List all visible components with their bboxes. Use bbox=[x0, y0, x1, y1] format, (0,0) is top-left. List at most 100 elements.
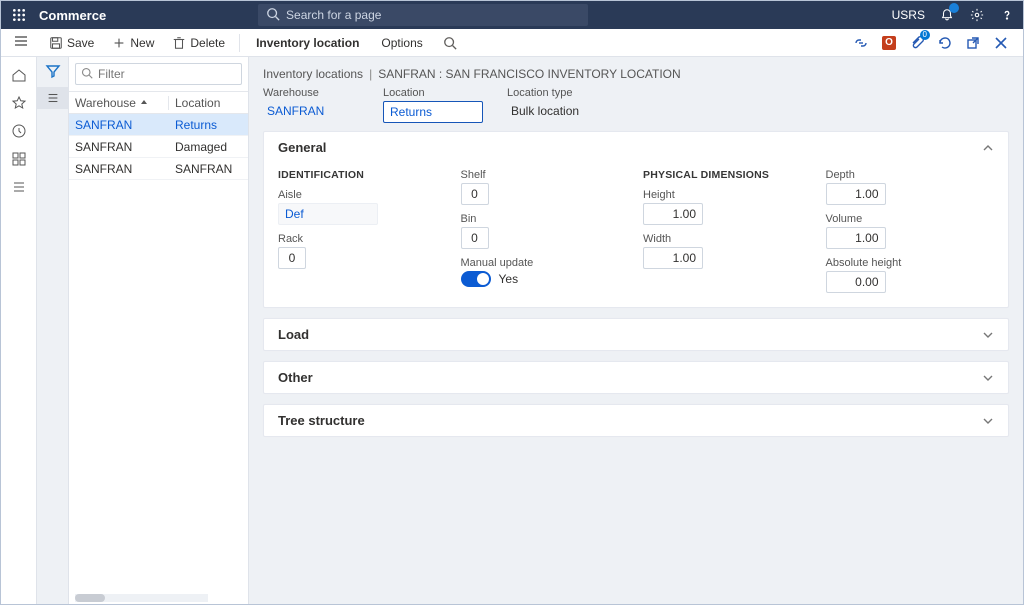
app-title: Commerce bbox=[39, 8, 106, 23]
recent-icon[interactable] bbox=[11, 123, 27, 139]
save-label: Save bbox=[67, 36, 94, 50]
favorite-icon[interactable] bbox=[11, 95, 27, 111]
list-filter-input[interactable] bbox=[75, 63, 242, 85]
col-location[interactable]: Location bbox=[169, 96, 248, 110]
settings-icon[interactable] bbox=[969, 7, 985, 23]
sort-asc-icon bbox=[140, 99, 148, 107]
bin-input[interactable] bbox=[461, 227, 489, 249]
absolute-height-input[interactable] bbox=[826, 271, 886, 293]
breadcrumb-separator: | bbox=[369, 67, 372, 81]
help-icon[interactable] bbox=[999, 7, 1015, 23]
chevron-up-icon bbox=[982, 142, 994, 154]
field-location-type: Location type Bulk location bbox=[507, 87, 637, 123]
link-icon[interactable] bbox=[853, 35, 869, 51]
aisle-value[interactable]: Def bbox=[278, 203, 378, 225]
col-warehouse[interactable]: Warehouse bbox=[69, 96, 169, 110]
field-label: Manual update bbox=[461, 257, 630, 269]
options-tab[interactable]: Options bbox=[371, 32, 432, 54]
field-label: Warehouse bbox=[263, 87, 359, 99]
attachments-icon[interactable]: 0 bbox=[909, 35, 925, 51]
list-view-icon[interactable] bbox=[37, 87, 68, 109]
tree-title: Tree structure bbox=[278, 413, 365, 428]
tree-structure-section: Tree structure bbox=[263, 404, 1009, 437]
action-bar: Save New Delete Inventory location Optio… bbox=[1, 29, 1023, 57]
depth-input[interactable] bbox=[826, 183, 886, 205]
cell-warehouse: SANFRAN bbox=[69, 140, 169, 154]
global-search bbox=[258, 4, 588, 26]
refresh-icon[interactable] bbox=[937, 35, 953, 51]
workspaces-icon[interactable] bbox=[11, 151, 27, 167]
warehouse-link[interactable]: SANFRAN bbox=[263, 101, 359, 121]
tree-header[interactable]: Tree structure bbox=[264, 405, 1008, 436]
field-label: Rack bbox=[278, 233, 447, 245]
nav-rail bbox=[1, 57, 37, 604]
field-label: Width bbox=[643, 233, 812, 245]
user-label[interactable]: USRS bbox=[892, 8, 925, 22]
field-warehouse: Warehouse SANFRAN bbox=[263, 87, 359, 123]
field-label: Depth bbox=[826, 169, 995, 181]
shelf-input[interactable] bbox=[461, 183, 489, 205]
action-search-icon[interactable] bbox=[443, 36, 457, 50]
page-title-tab[interactable]: Inventory location bbox=[246, 32, 369, 54]
breadcrumb-current: SANFRAN : SAN FRANCISCO INVENTORY LOCATI… bbox=[378, 67, 681, 81]
app-launcher-icon[interactable] bbox=[9, 5, 29, 25]
field-label: Bin bbox=[461, 213, 630, 225]
table-row[interactable]: SANFRAN SANFRAN bbox=[69, 158, 248, 180]
chevron-down-icon bbox=[982, 329, 994, 341]
manual-update-field: Manual update Yes bbox=[461, 257, 630, 287]
breadcrumb-root[interactable]: Inventory locations bbox=[263, 67, 363, 81]
cell-location: SANFRAN bbox=[169, 162, 248, 176]
other-header[interactable]: Other bbox=[264, 362, 1008, 393]
notifications-icon[interactable] bbox=[939, 7, 955, 23]
new-button[interactable]: New bbox=[104, 32, 162, 54]
table-row[interactable]: SANFRAN Returns bbox=[69, 114, 248, 136]
search-input[interactable] bbox=[258, 4, 588, 26]
load-header[interactable]: Load bbox=[264, 319, 1008, 350]
horizontal-scrollbar[interactable] bbox=[75, 594, 208, 602]
rack-input[interactable] bbox=[278, 247, 306, 269]
breadcrumb: Inventory locations | SANFRAN : SAN FRAN… bbox=[263, 67, 1009, 81]
modules-icon[interactable] bbox=[11, 179, 27, 195]
popout-icon[interactable] bbox=[965, 35, 981, 51]
home-icon[interactable] bbox=[11, 67, 27, 83]
chevron-down-icon bbox=[982, 415, 994, 427]
col-warehouse-label: Warehouse bbox=[75, 96, 136, 110]
other-section: Other bbox=[263, 361, 1009, 394]
location-input[interactable] bbox=[383, 101, 483, 123]
office-icon[interactable]: O bbox=[881, 35, 897, 51]
field-label: Location bbox=[383, 87, 483, 99]
table-row[interactable]: SANFRAN Damaged bbox=[69, 136, 248, 158]
filter-icon[interactable] bbox=[45, 63, 61, 79]
nav-collapse-icon[interactable] bbox=[13, 33, 29, 49]
width-input[interactable] bbox=[643, 247, 703, 269]
volume-input[interactable] bbox=[826, 227, 886, 249]
list-pane: Warehouse Location SANFRAN Returns SANFR… bbox=[69, 57, 249, 604]
bin-field: Bin bbox=[461, 213, 630, 249]
field-location: Location bbox=[383, 87, 483, 123]
width-field: Width bbox=[643, 233, 812, 269]
shelf-field: Shelf bbox=[461, 169, 630, 205]
list-table: Warehouse Location SANFRAN Returns SANFR… bbox=[69, 91, 248, 180]
cell-location: Returns bbox=[169, 118, 248, 132]
field-label: Shelf bbox=[461, 169, 630, 181]
notifications-badge bbox=[949, 3, 959, 13]
rack-field: Rack bbox=[278, 233, 447, 269]
divider bbox=[239, 34, 240, 52]
field-label: Volume bbox=[826, 213, 995, 225]
list-tools-rail bbox=[37, 57, 69, 604]
search-icon bbox=[81, 67, 93, 79]
close-icon[interactable] bbox=[993, 35, 1009, 51]
load-title: Load bbox=[278, 327, 309, 342]
manual-update-toggle[interactable] bbox=[461, 271, 491, 287]
list-header: Warehouse Location bbox=[69, 92, 248, 114]
aisle-field: Aisle Def bbox=[278, 189, 447, 225]
save-button[interactable]: Save bbox=[41, 32, 102, 54]
delete-button[interactable]: Delete bbox=[164, 32, 233, 54]
general-title: General bbox=[278, 140, 326, 155]
field-label: Absolute height bbox=[826, 257, 995, 269]
chevron-down-icon bbox=[982, 372, 994, 384]
depth-field: Depth bbox=[826, 169, 995, 205]
height-input[interactable] bbox=[643, 203, 703, 225]
general-header[interactable]: General bbox=[264, 132, 1008, 163]
new-label: New bbox=[130, 36, 154, 50]
